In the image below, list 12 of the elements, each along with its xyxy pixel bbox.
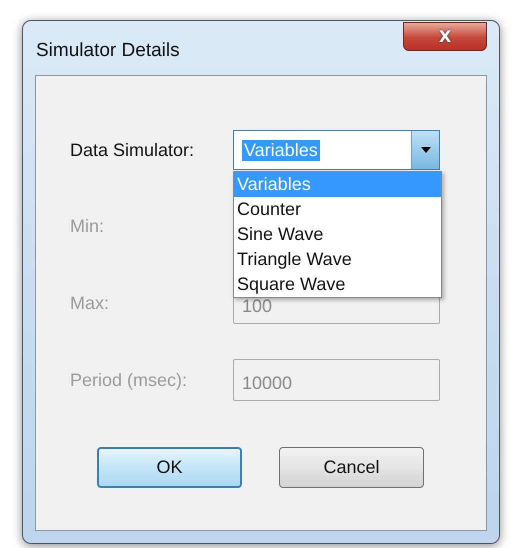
ok-button[interactable]: OK <box>97 447 242 488</box>
field-label: Max: <box>70 292 110 314</box>
close-button[interactable]: X <box>403 22 487 51</box>
dropdown-option[interactable]: Sine Wave <box>234 222 441 247</box>
window-title: Simulator Details <box>36 40 180 62</box>
dropdown-option[interactable]: Triangle Wave <box>234 247 441 272</box>
field-label: Data Simulator: <box>70 140 196 160</box>
dropdown-option[interactable]: Counter <box>234 197 441 222</box>
cancel-button[interactable]: Cancel <box>279 447 424 488</box>
selected-value: Variables <box>242 140 320 160</box>
field-label: Min: <box>70 216 106 236</box>
field-label: Period (msec): <box>70 370 188 390</box>
